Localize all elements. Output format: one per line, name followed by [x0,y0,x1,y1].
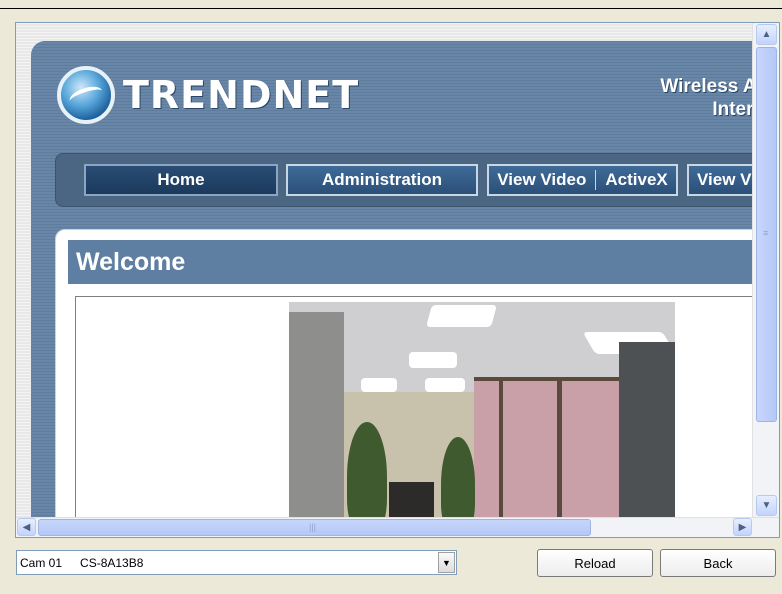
product-title: Wireless Advan Internet C [660,75,752,121]
camera-window-frame [499,377,503,517]
camera-pillar [289,312,344,517]
page-viewport: TRENDNET Wireless Advan Internet C Home … [16,23,752,517]
horizontal-scrollbar[interactable]: ◀ ||| ▶ [16,517,779,537]
page-title: Welcome [76,248,186,276]
camera-light [409,352,457,368]
reload-button[interactable]: Reload [537,549,653,577]
camera-name: CS-8A13B8 [80,555,144,570]
nav-administration-label: Administration [322,170,442,189]
brand-name: TRENDNET [123,73,360,117]
nav-view-video-label: View Video [497,170,587,189]
camera-select[interactable]: Cam 01 CS-8A13B8 ▼ [16,550,457,575]
camera-chair [389,482,434,517]
vertical-scrollbar[interactable]: ▲ ≡ ▼ [752,23,779,517]
nav-bar: Home Administration View Video ActiveX V… [55,153,752,207]
vertical-scroll-thumb[interactable]: ≡ [756,47,777,422]
product-title-line2: Internet C [712,99,752,120]
camera-light [425,378,465,392]
back-label: Back [703,555,733,571]
product-title-line1: Wireless Advan [660,76,752,97]
reload-label: Reload [574,555,616,571]
nav-view-video-2-label: View Vi [697,170,752,189]
window-top-strip [0,0,782,9]
camera-window-frame [474,377,624,381]
nav-home-button[interactable]: Home [84,164,278,196]
chevron-down-icon[interactable]: ▼ [438,552,455,573]
browser-frame: TRENDNET Wireless Advan Internet C Home … [15,22,780,538]
grip-icon: ≡ [763,228,769,238]
arrow-right-icon[interactable]: ▶ [733,518,752,536]
camera-light [361,378,397,392]
camera-window [474,377,624,517]
camera-window-frame [557,377,562,517]
trendnet-logo: TRENDNET [57,65,359,125]
video-panel [75,296,752,517]
camera-id: Cam 01 [20,555,63,570]
trendnet-logo-icon [57,66,115,124]
welcome-bar: Welcome [68,240,752,284]
content-box: Welcome [55,229,752,517]
camera-video-feed[interactable] [289,302,675,517]
back-button[interactable]: Back [660,549,776,577]
nav-home-label: Home [157,170,205,189]
nav-separator [595,170,597,190]
nav-view-video-2-button[interactable]: View Vi [687,164,752,196]
camera-light [426,305,497,327]
arrow-down-icon[interactable]: ▼ [756,495,777,516]
nav-administration-button[interactable]: Administration [286,164,478,196]
nav-view-video-button[interactable]: View Video ActiveX [487,164,678,196]
camera-pillar [619,342,675,517]
arrow-left-icon[interactable]: ◀ [17,518,36,536]
grip-icon: ||| [309,522,317,532]
nav-activex-label[interactable]: ActiveX [605,170,667,190]
horizontal-scroll-thumb[interactable]: ||| [38,519,591,536]
site-header-panel: TRENDNET Wireless Advan Internet C Home … [31,41,752,517]
arrow-up-icon[interactable]: ▲ [756,24,777,45]
